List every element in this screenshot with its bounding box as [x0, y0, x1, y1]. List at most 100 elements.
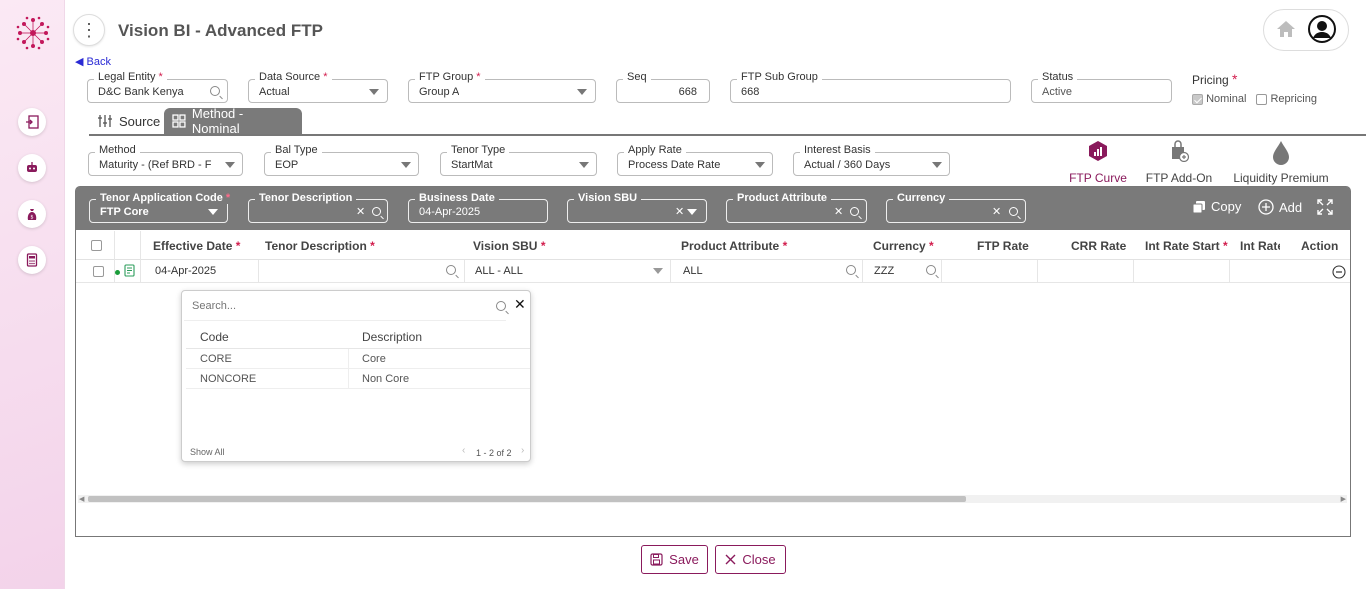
seq-field[interactable]: Seq 668 — [616, 71, 710, 103]
svg-text:$: $ — [30, 215, 33, 221]
search-icon[interactable] — [372, 207, 381, 216]
bal-type-select[interactable]: Bal Type EOP — [264, 144, 419, 176]
tenor-application-code-filter[interactable]: Tenor Application Code * FTP Core — [89, 192, 235, 223]
select-all-checkbox[interactable] — [91, 240, 102, 251]
tenor-description-filter[interactable]: Tenor Description ✕ — [248, 192, 388, 223]
copy-button[interactable]: Copy — [1192, 199, 1241, 214]
col-tenor-description[interactable]: Tenor Description * — [265, 239, 375, 253]
search-icon[interactable] — [496, 301, 506, 311]
ftp-curve-button[interactable]: FTP Curve — [1066, 140, 1130, 185]
edit-note-icon[interactable] — [124, 264, 136, 280]
scroll-right-icon[interactable]: ▶ — [1341, 495, 1346, 503]
col-ftp-rate[interactable]: FTP Rate — [977, 239, 1029, 253]
liquidity-premium-button[interactable]: Liquidity Premium — [1228, 140, 1334, 185]
col-effective-date[interactable]: Effective Date * — [153, 239, 240, 253]
back-arrow-icon: ◀ — [75, 56, 84, 68]
business-date-filter[interactable]: Business Date 04-Apr-2025 — [408, 192, 548, 223]
col-int-rate-start[interactable]: Int Rate Start * — [1145, 239, 1228, 253]
col-currency[interactable]: Currency * — [873, 239, 934, 253]
row-checkbox[interactable] — [93, 266, 104, 277]
product-attribute-filter[interactable]: Product Attribute ✕ — [726, 192, 867, 223]
show-all-link[interactable]: Show All — [190, 447, 225, 457]
sidebar-item-robot[interactable] — [18, 154, 46, 182]
add-button[interactable]: Add — [1258, 199, 1302, 215]
cell-effective-date[interactable]: 04-Apr-2025 — [155, 265, 216, 277]
business-date-label: Business Date — [415, 192, 499, 204]
lookup-search-box[interactable] — [184, 293, 506, 321]
col-product-attribute[interactable]: Product Attribute * — [681, 239, 787, 253]
vision-sbu-filter[interactable]: Vision SBU ✕ — [567, 192, 707, 223]
search-icon[interactable] — [210, 86, 220, 96]
interest-basis-select[interactable]: Interest Basis Actual / 360 Days — [793, 144, 950, 176]
status-field[interactable]: Status Active — [1031, 71, 1172, 103]
col-int-rate-end[interactable]: Int Rate E — [1240, 239, 1280, 253]
prev-page-icon[interactable]: ‹ — [462, 445, 465, 456]
close-button[interactable]: Close — [715, 545, 786, 574]
next-page-icon[interactable]: › — [521, 445, 524, 456]
cell-product-attribute[interactable]: ALL — [683, 265, 703, 277]
tenor-type-select[interactable]: Tenor Type StartMat — [440, 144, 597, 176]
tenor-description-lookup-popup: ✕ Code Description CORE Core NONCORE Non… — [181, 290, 531, 462]
menu-kebab-button[interactable]: ⋮ — [73, 14, 105, 46]
lookup-row[interactable]: NONCORE Non Core — [186, 369, 530, 389]
lookup-search-input[interactable] — [192, 300, 472, 312]
method-select[interactable]: Method Maturity - (Ref BRD - F — [88, 144, 243, 176]
ftp-sub-group-label: FTP Sub Group — [737, 71, 822, 83]
lookup-row-description: Core — [362, 353, 386, 365]
status-value: Active — [1042, 86, 1072, 98]
data-source-select[interactable]: Data Source * Actual — [248, 71, 388, 103]
ftp-addon-button[interactable]: FTP Add-On — [1142, 140, 1216, 185]
chevron-down-icon — [579, 162, 589, 168]
remove-row-icon[interactable] — [1332, 265, 1346, 282]
avatar[interactable] — [1308, 14, 1336, 46]
close-icon[interactable]: ✕ — [514, 296, 526, 313]
tab-method-nominal[interactable]: Method - Nominal — [164, 106, 302, 136]
apply-rate-select[interactable]: Apply Rate Process Date Rate — [617, 144, 773, 176]
clear-icon[interactable]: ✕ — [992, 205, 1001, 218]
clear-icon[interactable]: ✕ — [675, 205, 684, 218]
search-icon[interactable] — [446, 265, 456, 275]
sidebar-item-import[interactable] — [18, 108, 46, 136]
cell-vision-sbu[interactable]: ALL - ALL — [475, 265, 523, 277]
interest-basis-value: Actual / 360 Days — [804, 159, 891, 171]
horizontal-scrollbar[interactable]: ◀ ▶ — [78, 495, 1347, 503]
scrollbar-thumb[interactable] — [88, 496, 966, 502]
sidebar-item-money-bag[interactable]: $ — [18, 200, 46, 228]
ftp-group-value: Group A — [419, 86, 460, 98]
save-button[interactable]: Save — [641, 545, 708, 574]
lookup-row[interactable]: CORE Core — [186, 349, 530, 369]
currency-filter-label: Currency — [893, 192, 950, 204]
nominal-label: Nominal — [1206, 93, 1247, 105]
home-icon[interactable] — [1276, 20, 1296, 41]
ftp-sub-group-field[interactable]: FTP Sub Group 668 — [730, 71, 1011, 103]
clear-icon[interactable]: ✕ — [356, 205, 365, 218]
repricing-checkbox[interactable]: Repricing — [1256, 93, 1317, 105]
ftp-group-select[interactable]: FTP Group * Group A — [408, 71, 596, 103]
tab-source[interactable]: Source — [89, 108, 168, 134]
col-vision-sbu[interactable]: Vision SBU * — [473, 239, 545, 253]
scroll-left-icon[interactable]: ◀ — [79, 495, 84, 503]
kebab-icon: ⋮ — [80, 19, 98, 40]
legal-entity-field[interactable]: Legal Entity * D&C Bank Kenya — [87, 71, 228, 103]
liquidity-premium-label: Liquidity Premium — [1233, 171, 1329, 185]
search-icon[interactable] — [926, 265, 936, 275]
col-crr-rate[interactable]: CRR Rate — [1071, 239, 1126, 253]
ftp-curve-label: FTP Curve — [1069, 171, 1127, 185]
currency-filter[interactable]: Currency ✕ — [886, 192, 1026, 223]
bal-type-label: Bal Type — [271, 144, 322, 156]
search-icon[interactable] — [850, 207, 859, 216]
search-icon[interactable] — [1009, 207, 1018, 216]
clear-icon[interactable]: ✕ — [834, 205, 843, 218]
droplet-icon — [1273, 141, 1289, 165]
expand-button[interactable] — [1317, 199, 1333, 215]
search-icon[interactable] — [846, 265, 856, 275]
nominal-checkbox[interactable]: Nominal — [1192, 93, 1246, 105]
sidebar-item-calculator[interactable] — [18, 246, 46, 274]
back-label: Back — [86, 56, 111, 68]
back-link[interactable]: ◀ Back — [75, 55, 111, 68]
business-date-value: 04-Apr-2025 — [419, 206, 481, 218]
cell-currency[interactable]: ZZZ — [874, 265, 894, 277]
grid-icon — [172, 114, 186, 128]
ftp-group-label: FTP Group * — [415, 71, 485, 83]
chevron-down-icon — [225, 162, 235, 168]
